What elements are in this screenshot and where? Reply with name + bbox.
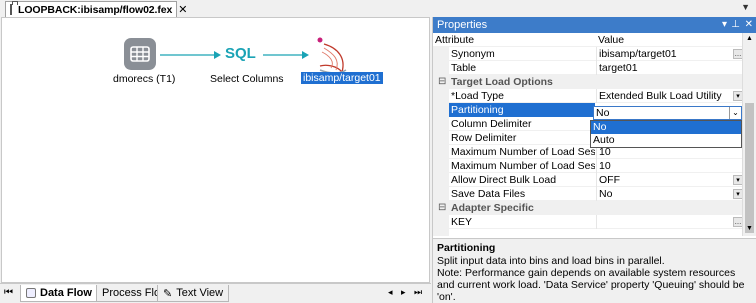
property-row[interactable]: Save Data Files No ▾: [433, 187, 749, 201]
property-value[interactable]: 10: [596, 159, 746, 173]
connector-arrow-1: [214, 51, 221, 59]
document-tab[interactable]: LOOPBACK:ibisamp/flow02.fex ✕: [5, 1, 187, 17]
description-heading: Partitioning: [437, 242, 496, 254]
properties-title: Properties: [437, 19, 488, 31]
property-row[interactable]: Table target01: [433, 61, 749, 75]
property-value[interactable]: ibisamp/target01: [596, 47, 746, 61]
category-row[interactable]: ⊟ Target Load Options: [433, 75, 749, 89]
property-name: KEY: [451, 216, 473, 228]
property-value[interactable]: OFF: [596, 173, 746, 187]
tab-text-view[interactable]: ✎ Text View: [157, 285, 230, 302]
collapse-icon[interactable]: ⊟: [438, 201, 446, 215]
category-name: Target Load Options: [451, 76, 553, 88]
panel-menu-icon[interactable]: ▾: [722, 17, 727, 33]
value-column-header: Value: [598, 34, 625, 46]
tab-text-view-label: Text View: [176, 287, 224, 299]
property-name: *Load Type: [451, 90, 504, 102]
property-row[interactable]: KEY …: [433, 215, 749, 229]
collapse-icon[interactable]: ⊟: [438, 75, 446, 89]
flow-canvas[interactable]: SQL dmorecs (T1) Select Columns ibisamp/…: [1, 17, 430, 283]
tab-data-flow[interactable]: Data Flow: [20, 285, 98, 302]
document-tab-bar: LOOPBACK:ibisamp/flow02.fex ✕ ▼: [0, 0, 756, 17]
description-pane: Partitioning Split input data into bins …: [433, 238, 756, 303]
scroll-left-icon[interactable]: ◂: [388, 287, 393, 298]
category-name: Adapter Specific: [451, 202, 534, 214]
attribute-column-header: Attribute: [435, 34, 475, 46]
option-no[interactable]: No: [591, 121, 741, 134]
property-row[interactable]: Allow Direct Bulk Load OFF ▾: [433, 173, 749, 187]
scroll-up-icon[interactable]: ▲: [746, 35, 753, 42]
tab-data-flow-label: Data Flow: [40, 287, 92, 299]
scroll-first-icon[interactable]: ⏮: [4, 287, 13, 298]
source-node-label[interactable]: dmorecs (T1): [113, 73, 175, 85]
scroll-right-icon[interactable]: ▸: [401, 287, 406, 298]
connector-arrow-2: [302, 51, 309, 59]
property-name: Save Data Files: [451, 188, 526, 200]
grid-header: Attribute Value: [433, 33, 749, 47]
property-name: Maximum Number of Load Sessio...: [451, 146, 595, 158]
property-name: Allow Direct Bulk Load: [451, 174, 557, 186]
property-value[interactable]: target01: [596, 61, 746, 75]
property-name: Column Delimiter: [451, 118, 532, 130]
tab-list-chevron-icon[interactable]: ▼: [741, 2, 750, 12]
close-panel-icon[interactable]: ✕: [745, 17, 753, 33]
property-value[interactable]: [596, 215, 746, 229]
partitioning-selected-value: No: [596, 107, 610, 119]
partitioning-select[interactable]: No ⌄: [593, 106, 742, 120]
property-row[interactable]: Maximum Number of Load Sessio... 10: [433, 159, 749, 173]
property-row[interactable]: *Load Type Extended Bulk Load Utility ▾: [433, 89, 749, 103]
description-line-2: Note: Performance gain depends on availa…: [437, 267, 745, 303]
close-tab-icon[interactable]: ✕: [178, 3, 187, 16]
chevron-down-icon[interactable]: ⌄: [729, 107, 741, 119]
pin-icon[interactable]: ⊥: [731, 17, 740, 33]
target-node-label[interactable]: ibisamp/target01: [301, 72, 383, 84]
sql-transform-icon[interactable]: SQL: [225, 45, 256, 62]
option-auto[interactable]: Auto: [591, 134, 741, 147]
source-table-icon[interactable]: [124, 38, 156, 70]
transform-node-label[interactable]: Select Columns: [210, 73, 284, 85]
scroll-last-icon[interactable]: ⏭: [414, 287, 422, 298]
property-value[interactable]: Extended Bulk Load Utility: [596, 89, 746, 103]
property-grid-scrollbar[interactable]: ▲ ▼: [742, 33, 756, 236]
property-row[interactable]: Synonym ibisamp/target01 …: [433, 47, 749, 61]
target-sqlserver-icon[interactable]: [317, 37, 347, 74]
property-name: Partitioning: [449, 103, 595, 117]
property-name: Table: [451, 62, 477, 74]
view-tabs-bar: ⏮ Data Flow Process Flow ✎ Text View ◂ ▸…: [0, 283, 431, 303]
properties-panel: Properties ▾ ⊥ ✕ Attribute Value Synonym…: [432, 17, 756, 303]
scroll-down-icon[interactable]: ▼: [746, 225, 753, 232]
property-value[interactable]: No: [596, 187, 746, 201]
data-flow-tab-icon: [26, 288, 36, 298]
property-name: Maximum Number of Load Sessio...: [451, 160, 595, 172]
partitioning-options-list: No Auto: [590, 120, 742, 148]
properties-title-bar: Properties ▾ ⊥ ✕: [433, 17, 756, 33]
pencil-icon: ✎: [163, 287, 173, 300]
description-line-1: Split input data into bins and load bins…: [437, 255, 665, 267]
property-name: Row Delimiter: [451, 132, 517, 144]
property-name: Synonym: [451, 48, 495, 60]
flow-diagram: [124, 37, 347, 74]
category-row[interactable]: ⊟ Adapter Specific: [433, 201, 749, 215]
scroll-thumb[interactable]: [745, 103, 754, 233]
flow-document-icon: [10, 1, 18, 15]
document-tab-title: LOOPBACK:ibisamp/flow02.fex: [18, 3, 173, 16]
